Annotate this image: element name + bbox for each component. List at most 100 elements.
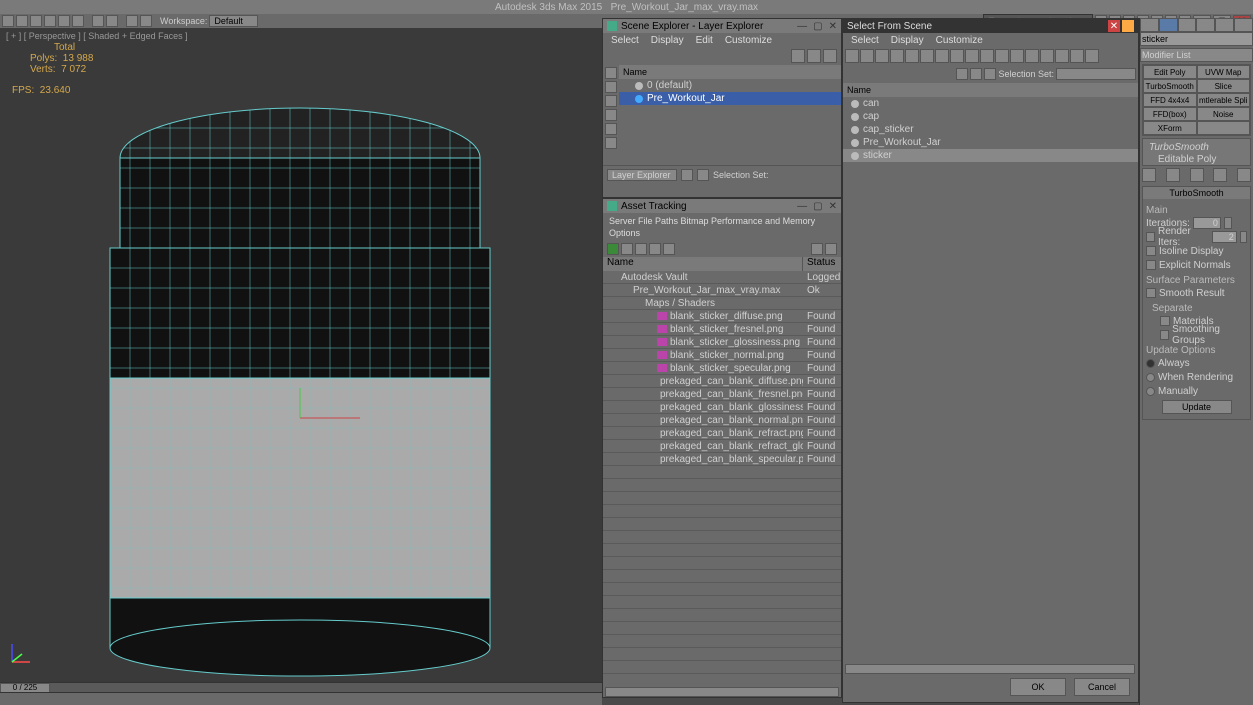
modifier-button[interactable]: Slice xyxy=(1197,79,1251,93)
menu-display[interactable]: Display xyxy=(891,35,924,46)
asset-row[interactable]: prekaged_can_blank_refract.pngFound xyxy=(603,427,841,440)
toolbar-btn[interactable] xyxy=(140,15,152,27)
tool-btn[interactable] xyxy=(635,243,647,255)
toolbar-btn[interactable] xyxy=(72,15,84,27)
scene-item[interactable]: cap_sticker xyxy=(843,123,1138,136)
filter-btn[interactable] xyxy=(1010,49,1024,63)
scrollbar-h[interactable] xyxy=(605,687,839,697)
close-icon[interactable]: ✕ xyxy=(829,201,837,212)
tab-motion[interactable] xyxy=(1196,18,1215,32)
modifier-button[interactable] xyxy=(1197,121,1251,135)
asset-menu[interactable]: Server File Paths Bitmap Performance and… xyxy=(603,213,841,241)
spinner[interactable] xyxy=(1240,231,1247,243)
tool-btn[interactable] xyxy=(649,243,661,255)
menu-customize[interactable]: Customize xyxy=(936,35,983,46)
asset-row[interactable]: blank_sticker_glossiness.pngFound xyxy=(603,336,841,349)
tool-btn[interactable] xyxy=(811,243,823,255)
col-status[interactable]: Status xyxy=(803,257,841,271)
asset-row[interactable]: blank_sticker_normal.pngFound xyxy=(603,349,841,362)
tree-row[interactable]: 0 (default) xyxy=(619,79,841,92)
tool-btn[interactable] xyxy=(970,68,982,80)
scene-item[interactable]: sticker xyxy=(843,149,1138,162)
filter-btn[interactable] xyxy=(905,49,919,63)
render-iters-input[interactable]: 2 xyxy=(1212,231,1237,243)
tab-create[interactable] xyxy=(1140,18,1159,32)
stack-btn[interactable] xyxy=(1166,168,1180,182)
filter-btn[interactable] xyxy=(920,49,934,63)
filter-btn[interactable] xyxy=(860,49,874,63)
filter-btn[interactable] xyxy=(965,49,979,63)
filter-btn[interactable] xyxy=(1070,49,1084,63)
side-btn[interactable] xyxy=(605,137,617,149)
tool-btn[interactable] xyxy=(823,49,837,63)
workspace-dropdown[interactable]: Default xyxy=(209,15,258,27)
smooth-check[interactable] xyxy=(1146,288,1156,298)
always-radio[interactable] xyxy=(1146,359,1155,368)
asset-row[interactable]: prekaged_can_blank_normal.pngFound xyxy=(603,414,841,427)
asset-row[interactable]: prekaged_can_blank_diffuse.pngFound xyxy=(603,375,841,388)
object-name-input[interactable] xyxy=(1140,32,1253,46)
filter-btn[interactable] xyxy=(995,49,1009,63)
tool-btn[interactable] xyxy=(984,68,996,80)
modifier-list-dropdown[interactable]: Modifier List xyxy=(1140,48,1253,62)
tool-btn[interactable] xyxy=(663,243,675,255)
tab-utilities[interactable] xyxy=(1234,18,1253,32)
asset-row[interactable]: prekaged_can_blank_refract_glossiness.p.… xyxy=(603,440,841,453)
scrollbar-h[interactable] xyxy=(845,664,1135,674)
stack-btn[interactable] xyxy=(1190,168,1204,182)
asset-row[interactable]: prekaged_can_blank_glossiness.pngFound xyxy=(603,401,841,414)
tool-btn[interactable] xyxy=(791,49,805,63)
asset-row[interactable]: prekaged_can_blank_specular.pngFound xyxy=(603,453,841,466)
selset-dropdown[interactable] xyxy=(1056,68,1136,80)
side-btn[interactable] xyxy=(605,67,617,79)
tool-btn[interactable] xyxy=(607,243,619,255)
filter-btn[interactable] xyxy=(1055,49,1069,63)
col-header[interactable]: Name xyxy=(619,65,841,79)
filter-btn[interactable] xyxy=(1040,49,1054,63)
explicit-check[interactable] xyxy=(1146,260,1156,270)
tool-btn[interactable] xyxy=(956,68,968,80)
modifier-button[interactable]: XForm xyxy=(1143,121,1197,135)
asset-row[interactable]: prekaged_can_blank_fresnel.pngFound xyxy=(603,388,841,401)
tab-display[interactable] xyxy=(1215,18,1234,32)
stack-btn[interactable] xyxy=(1142,168,1156,182)
side-btn[interactable] xyxy=(605,95,617,107)
modifier-button[interactable]: FFD(box) xyxy=(1143,107,1197,121)
tool-btn[interactable] xyxy=(681,169,693,181)
update-button[interactable]: Update xyxy=(1162,400,1232,414)
tool-btn[interactable] xyxy=(825,243,837,255)
scene-item[interactable]: can xyxy=(843,97,1138,110)
menu-select[interactable]: Select xyxy=(611,35,639,46)
viewport[interactable]: [ + ] [ Perspective ] [ Shaded + Edged F… xyxy=(0,28,602,688)
filter-btn[interactable] xyxy=(980,49,994,63)
side-btn[interactable] xyxy=(605,109,617,121)
side-btn[interactable] xyxy=(605,123,617,135)
isoline-check[interactable] xyxy=(1146,246,1156,256)
modifier-button[interactable]: FFD 4x4x4 xyxy=(1143,93,1197,107)
toolbar-btn[interactable] xyxy=(126,15,138,27)
materials-check[interactable] xyxy=(1160,316,1170,326)
menu-customize[interactable]: Customize xyxy=(725,35,772,46)
rollout-header[interactable]: TurboSmooth xyxy=(1143,187,1250,199)
col-name[interactable]: Name xyxy=(603,257,803,271)
asset-row[interactable]: blank_sticker_specular.pngFound xyxy=(603,362,841,375)
col-name[interactable]: Name xyxy=(843,83,1138,97)
asset-row[interactable]: Maps / Shaders xyxy=(603,297,841,310)
minimize-icon[interactable]: — xyxy=(797,21,807,32)
menu-select[interactable]: Select xyxy=(851,35,879,46)
toolbar-btn[interactable] xyxy=(16,15,28,27)
filter-btn[interactable] xyxy=(950,49,964,63)
asset-row[interactable]: Autodesk VaultLogged xyxy=(603,271,841,284)
modifier-button[interactable]: UVW Map xyxy=(1197,65,1251,79)
spinner[interactable] xyxy=(1224,217,1232,229)
viewport-label[interactable]: [ + ] [ Perspective ] [ Shaded + Edged F… xyxy=(6,31,188,41)
toolbar-btn[interactable] xyxy=(92,15,104,27)
menu-display[interactable]: Display xyxy=(651,35,684,46)
filter-btn[interactable] xyxy=(935,49,949,63)
manual-radio[interactable] xyxy=(1146,387,1155,396)
pin-icon[interactable] xyxy=(1122,20,1134,32)
filter-btn[interactable] xyxy=(890,49,904,63)
modifier-button[interactable]: mtlerable Spli xyxy=(1197,93,1251,107)
side-btn[interactable] xyxy=(605,81,617,93)
scene-item[interactable]: Pre_Workout_Jar xyxy=(843,136,1138,149)
